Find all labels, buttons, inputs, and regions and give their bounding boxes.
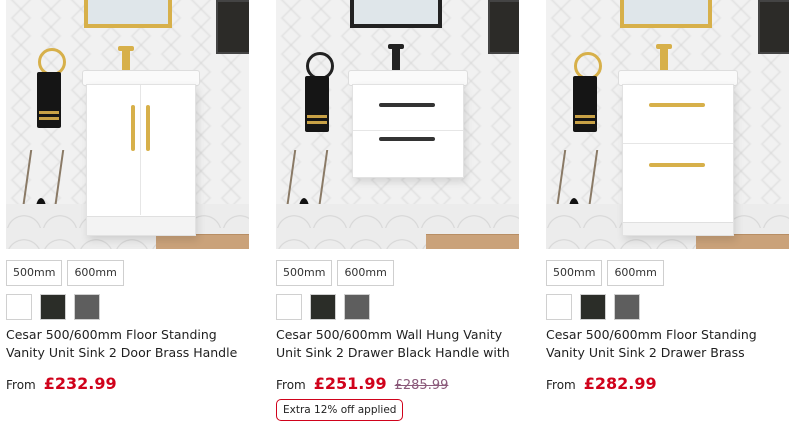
color-swatches	[6, 294, 252, 320]
from-label: From	[276, 378, 306, 392]
swatch-black[interactable]	[580, 294, 606, 320]
price: £251.99	[313, 374, 387, 393]
size-option-500mm[interactable]: 500mm	[276, 260, 333, 286]
size-option-500mm[interactable]: 500mm	[546, 260, 603, 286]
tap-image	[118, 46, 134, 72]
towel-image	[305, 76, 329, 132]
was-price: £285.99	[394, 378, 449, 393]
size-options: 500mm 600mm	[6, 260, 252, 286]
price-row: From £232.99	[6, 374, 252, 393]
color-swatches	[276, 294, 522, 320]
size-option-600mm[interactable]: 600mm	[337, 260, 394, 286]
product-image[interactable]	[546, 0, 789, 249]
product-image[interactable]	[6, 0, 249, 249]
price: £282.99	[583, 374, 657, 393]
towel-image	[37, 72, 61, 128]
swatch-grey[interactable]	[614, 294, 640, 320]
product-image[interactable]	[276, 0, 519, 249]
swatch-grey[interactable]	[344, 294, 370, 320]
price-row: From £282.99	[546, 374, 792, 393]
swatch-white[interactable]	[276, 294, 302, 320]
swatch-grey[interactable]	[74, 294, 100, 320]
size-option-600mm[interactable]: 600mm	[67, 260, 124, 286]
swatch-black[interactable]	[40, 294, 66, 320]
wood-plank-image	[696, 234, 789, 249]
mirror-image	[84, 0, 172, 28]
product-card[interactable]: 500mm 600mm Cesar 500/600mm Floor Standi…	[546, 0, 792, 393]
tap-image	[388, 44, 404, 70]
swatch-white[interactable]	[6, 294, 32, 320]
size-options: 500mm 600mm	[276, 260, 522, 286]
from-label: From	[6, 378, 36, 392]
product-title[interactable]: Cesar 500/600mm Wall Hung Vanity Unit Si…	[276, 326, 516, 362]
vanity-unit-image	[86, 84, 196, 236]
swatch-white[interactable]	[546, 294, 572, 320]
towel-image	[573, 76, 597, 132]
offer-badge: Extra 12% off applied	[276, 399, 404, 421]
painting-image	[758, 0, 789, 54]
size-option-500mm[interactable]: 500mm	[6, 260, 63, 286]
product-card[interactable]: 500mm 600mm Cesar 500/600mm Floor Standi…	[6, 0, 252, 393]
product-title[interactable]: Cesar 500/600mm Floor Standing Vanity Un…	[6, 326, 246, 362]
swatch-black[interactable]	[310, 294, 336, 320]
price-row: From £251.99 £285.99	[276, 374, 522, 393]
wood-plank-image	[156, 234, 249, 249]
size-option-600mm[interactable]: 600mm	[607, 260, 664, 286]
from-label: From	[546, 378, 576, 392]
color-swatches	[546, 294, 792, 320]
painting-image	[216, 0, 249, 54]
vanity-unit-image	[622, 84, 734, 236]
product-card[interactable]: 500mm 600mm Cesar 500/600mm Wall Hung Va…	[276, 0, 522, 421]
vanity-unit-image	[352, 84, 464, 178]
mirror-image	[350, 0, 442, 28]
size-options: 500mm 600mm	[546, 260, 792, 286]
mirror-image	[620, 0, 712, 28]
tap-image	[656, 44, 672, 70]
price: £232.99	[43, 374, 117, 393]
wood-plank-image	[426, 234, 519, 249]
product-title[interactable]: Cesar 500/600mm Floor Standing Vanity Un…	[546, 326, 786, 362]
painting-image	[488, 0, 519, 54]
